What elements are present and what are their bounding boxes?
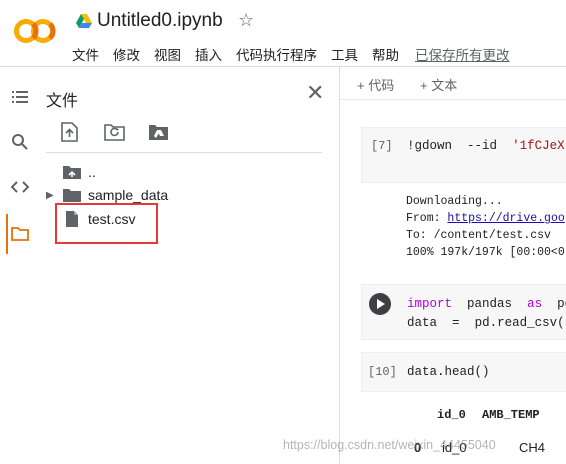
menu-view[interactable]: 视图 xyxy=(154,44,181,64)
header-divider xyxy=(0,66,566,67)
notebook-title[interactable]: Untitled0.ipynb xyxy=(97,10,223,32)
cell-code[interactable]: data.head() xyxy=(407,365,490,379)
cell-code[interactable]: !gdown --id '1fCJeXkk xyxy=(407,139,566,153)
menu-file[interactable]: 文件 xyxy=(72,44,99,64)
menu-help[interactable]: 帮助 xyxy=(372,44,399,64)
colab-logo[interactable] xyxy=(14,16,56,46)
folder-icon xyxy=(63,189,81,202)
run-cell-button[interactable] xyxy=(369,293,391,315)
drive-link[interactable]: https://drive.goo xyxy=(447,212,564,225)
toolbar-divider xyxy=(340,99,566,100)
play-icon xyxy=(377,299,385,309)
search-icon[interactable] xyxy=(11,133,29,151)
files-panel-title: 文件 xyxy=(46,93,79,110)
drive-mount-icon[interactable] xyxy=(148,122,170,142)
cell-output: Downloading... From: https://drive.goo To:… xyxy=(406,195,565,259)
execution-count: [7] xyxy=(371,139,393,153)
execution-count: [10] xyxy=(368,365,397,379)
highlight-box xyxy=(55,203,158,244)
menu-icon[interactable] xyxy=(11,88,29,106)
add-text-button[interactable]: + 文本 xyxy=(420,75,457,94)
menu-insert[interactable]: 插入 xyxy=(195,44,222,64)
rail-active-indicator xyxy=(6,214,8,254)
file-name: sample_data xyxy=(88,187,169,203)
expand-icon[interactable]: ▶ xyxy=(46,190,62,201)
code-icon[interactable] xyxy=(11,178,29,196)
code-cell[interactable] xyxy=(361,127,566,183)
cell-code[interactable]: import pandas as pddata = pd.read_csv('. xyxy=(407,295,566,333)
watermark: https://blog.csdn.net/weixin_44455040 xyxy=(283,438,496,452)
upload-icon[interactable] xyxy=(59,122,81,142)
drive-icon xyxy=(76,14,92,28)
folder-up-icon xyxy=(63,166,81,179)
folder-icon[interactable] xyxy=(11,225,29,243)
menu-edit[interactable]: 修改 xyxy=(113,44,140,64)
close-icon[interactable]: ✕ xyxy=(306,80,324,106)
panel-splitter[interactable] xyxy=(339,66,340,464)
menu-tools[interactable]: 工具 xyxy=(331,44,358,64)
saved-status[interactable]: 已保存所有更改 xyxy=(415,44,510,64)
refresh-icon[interactable] xyxy=(104,122,126,142)
menu-bar: 文件 修改 视图 插入 代码执行程序 工具 帮助 已保存所有更改 xyxy=(72,44,524,64)
add-code-button[interactable]: + 代码 xyxy=(357,75,394,94)
table-cell-amb: CH4 xyxy=(519,440,546,455)
panel-divider xyxy=(46,152,322,153)
file-item-parent[interactable]: .. xyxy=(46,161,96,183)
star-icon[interactable]: ☆ xyxy=(238,10,254,31)
table-header-id: id_0 xyxy=(437,408,466,422)
file-name: .. xyxy=(88,164,96,180)
menu-runtime[interactable]: 代码执行程序 xyxy=(236,44,317,64)
table-header-amb-temp: AMB_TEMP xyxy=(482,408,540,422)
